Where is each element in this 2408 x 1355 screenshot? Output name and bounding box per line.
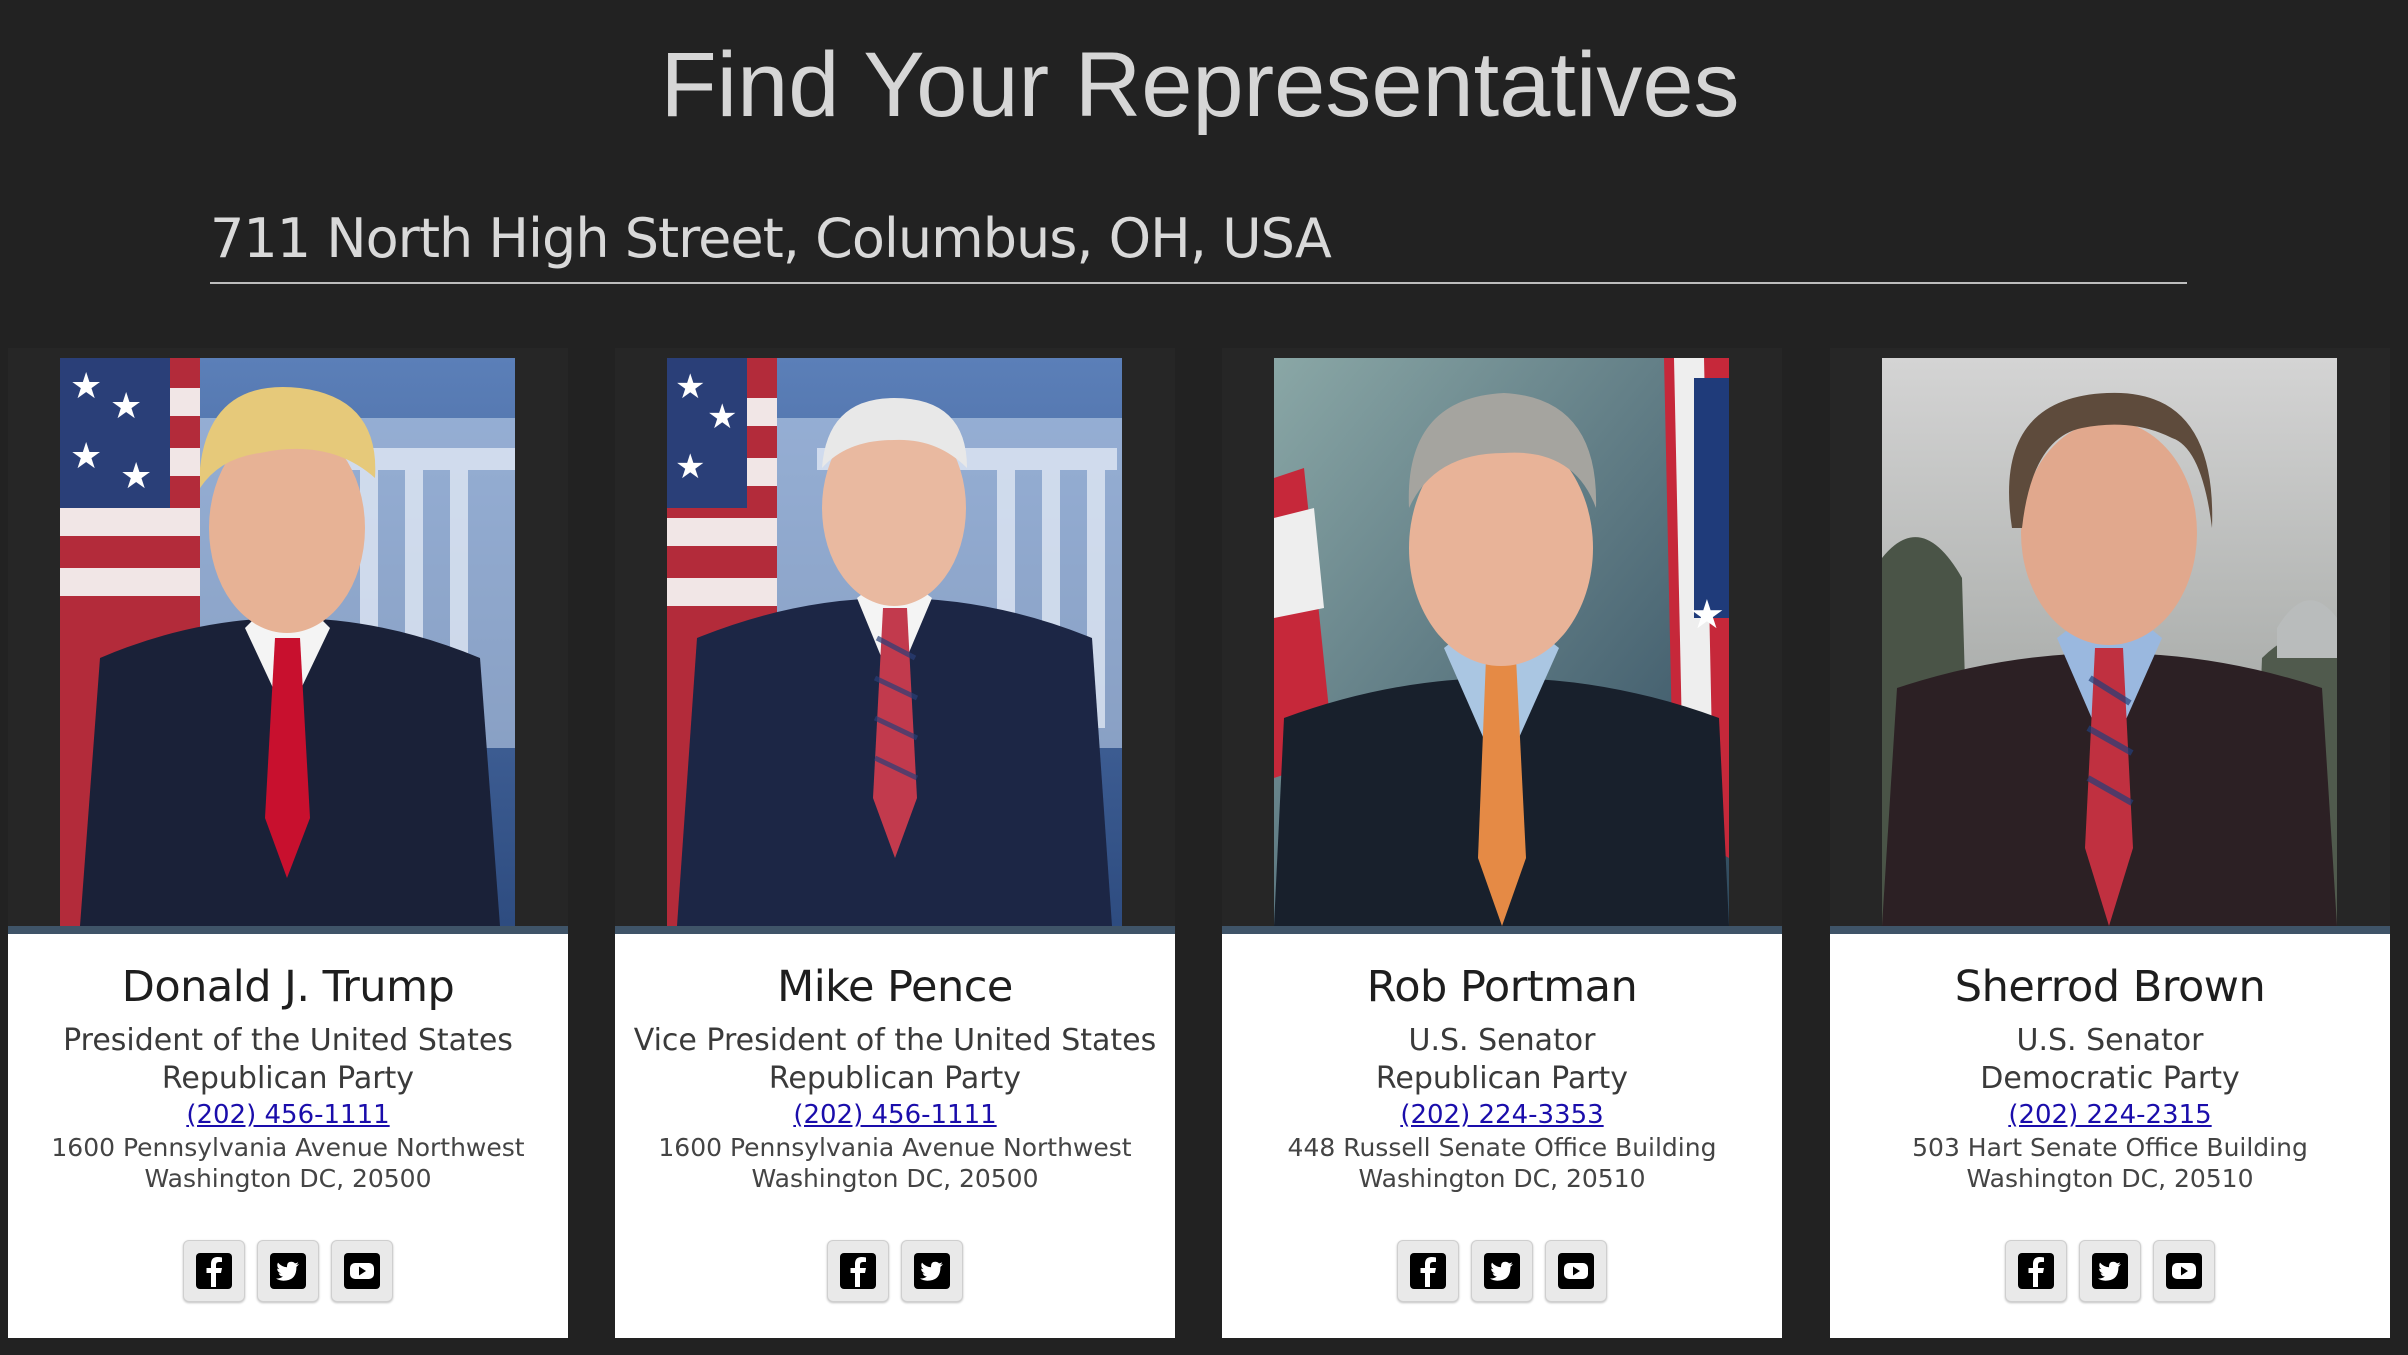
representative-address-line1: 1600 Pennsylvania Avenue Northwest [51,1133,525,1162]
representative-name: Donald J. Trump [121,962,455,1012]
representative-address-line1: 1600 Pennsylvania Avenue Northwest [658,1133,1132,1162]
twitter-icon [1484,1253,1520,1289]
representative-card: ★ ★ ★ Mike Pence Vice President of the Uni… [615,348,1175,1338]
representative-office: U.S. Senator [2016,1023,2204,1058]
facebook-icon [196,1253,232,1289]
address-input[interactable] [210,198,2187,278]
svg-text:★: ★ [120,455,152,496]
representative-photo: ★ [1274,358,1729,926]
representative-address-line1: 448 Russell Senate Office Building [1287,1133,1717,1162]
representative-party: Republican Party [768,1061,1022,1096]
svg-text:★: ★ [707,398,737,436]
representative-phone-link[interactable]: (202) 456-1111 [186,1098,389,1132]
youtube-button[interactable] [2153,1240,2215,1302]
twitter-icon [270,1253,306,1289]
representative-phone-link[interactable]: (202) 224-2315 [2008,1098,2211,1132]
representative-photo [1882,358,2337,926]
svg-text:★: ★ [675,448,705,486]
social-links [8,1240,568,1302]
youtube-button[interactable] [1545,1240,1607,1302]
representative-card: ★ Rob Portman U.S. Senator Republican Pa… [1222,348,1782,1338]
svg-text:★: ★ [110,385,142,426]
svg-text:★: ★ [1689,593,1725,637]
social-links [1830,1240,2390,1302]
facebook-icon [2018,1253,2054,1289]
representatives-list: ★ ★ ★ ★ Donald J. Trump President of the Un… [0,348,2408,1355]
representative-address-line2: Washington DC, 20510 [1358,1164,1646,1193]
representative-name: Mike Pence [777,962,1013,1012]
facebook-button[interactable] [827,1240,889,1302]
svg-text:★: ★ [70,365,102,406]
twitter-button[interactable] [257,1240,319,1302]
youtube-icon [344,1253,380,1289]
address-search [210,198,2187,284]
representative-card: Sherrod Brown U.S. Senator Democratic Pa… [1830,348,2390,1338]
social-links [615,1240,1175,1302]
page: Find Your Representatives 711 North High… [0,0,2408,1355]
representative-info: Mike Pence Vice President of the United … [615,926,1175,1338]
twitter-button[interactable] [1471,1240,1533,1302]
youtube-icon [2166,1253,2202,1289]
youtube-button[interactable] [331,1240,393,1302]
representative-name: Sherrod Brown [1954,962,2266,1012]
page-title: Find Your Representatives [660,34,1740,136]
representative-info: Rob Portman U.S. Senator Republican Part… [1222,926,1782,1338]
representative-address-line1: 503 Hart Senate Office Building [1912,1133,2308,1162]
representative-photo: ★ ★ ★ [667,358,1122,926]
facebook-icon [840,1253,876,1289]
representative-phone-link[interactable]: (202) 224-3353 [1400,1098,1603,1132]
representative-address-line2: Washington DC, 20500 [144,1164,432,1193]
svg-text:★: ★ [70,435,102,476]
representative-office: U.S. Senator [1408,1023,1596,1058]
twitter-button[interactable] [2079,1240,2141,1302]
representative-office: President of the United States [63,1023,513,1058]
svg-text:★: ★ [675,368,705,406]
youtube-icon [1558,1253,1594,1289]
facebook-icon [1410,1253,1446,1289]
twitter-icon [2092,1253,2128,1289]
representative-party: Republican Party [1375,1061,1629,1096]
representative-info: Donald J. Trump President of the United … [8,926,568,1338]
representative-address-line2: Washington DC, 20510 [1966,1164,2254,1193]
representative-party: Democratic Party [1980,1061,2240,1096]
representative-address-line2: Washington DC, 20500 [751,1164,1039,1193]
twitter-icon [914,1253,950,1289]
facebook-button[interactable] [2005,1240,2067,1302]
representative-card: ★ ★ ★ ★ Donald J. Trump President of the Un… [8,348,568,1338]
representative-name: Rob Portman [1366,962,1638,1012]
representative-party: Republican Party [161,1061,415,1096]
facebook-button[interactable] [1397,1240,1459,1302]
representative-office: Vice President of the United States [633,1023,1157,1058]
representative-info: Sherrod Brown U.S. Senator Democratic Pa… [1830,926,2390,1338]
social-links [1222,1240,1782,1302]
representative-phone-link[interactable]: (202) 456-1111 [793,1098,996,1132]
representative-photo: ★ ★ ★ ★ [60,358,515,926]
facebook-button[interactable] [183,1240,245,1302]
twitter-button[interactable] [901,1240,963,1302]
